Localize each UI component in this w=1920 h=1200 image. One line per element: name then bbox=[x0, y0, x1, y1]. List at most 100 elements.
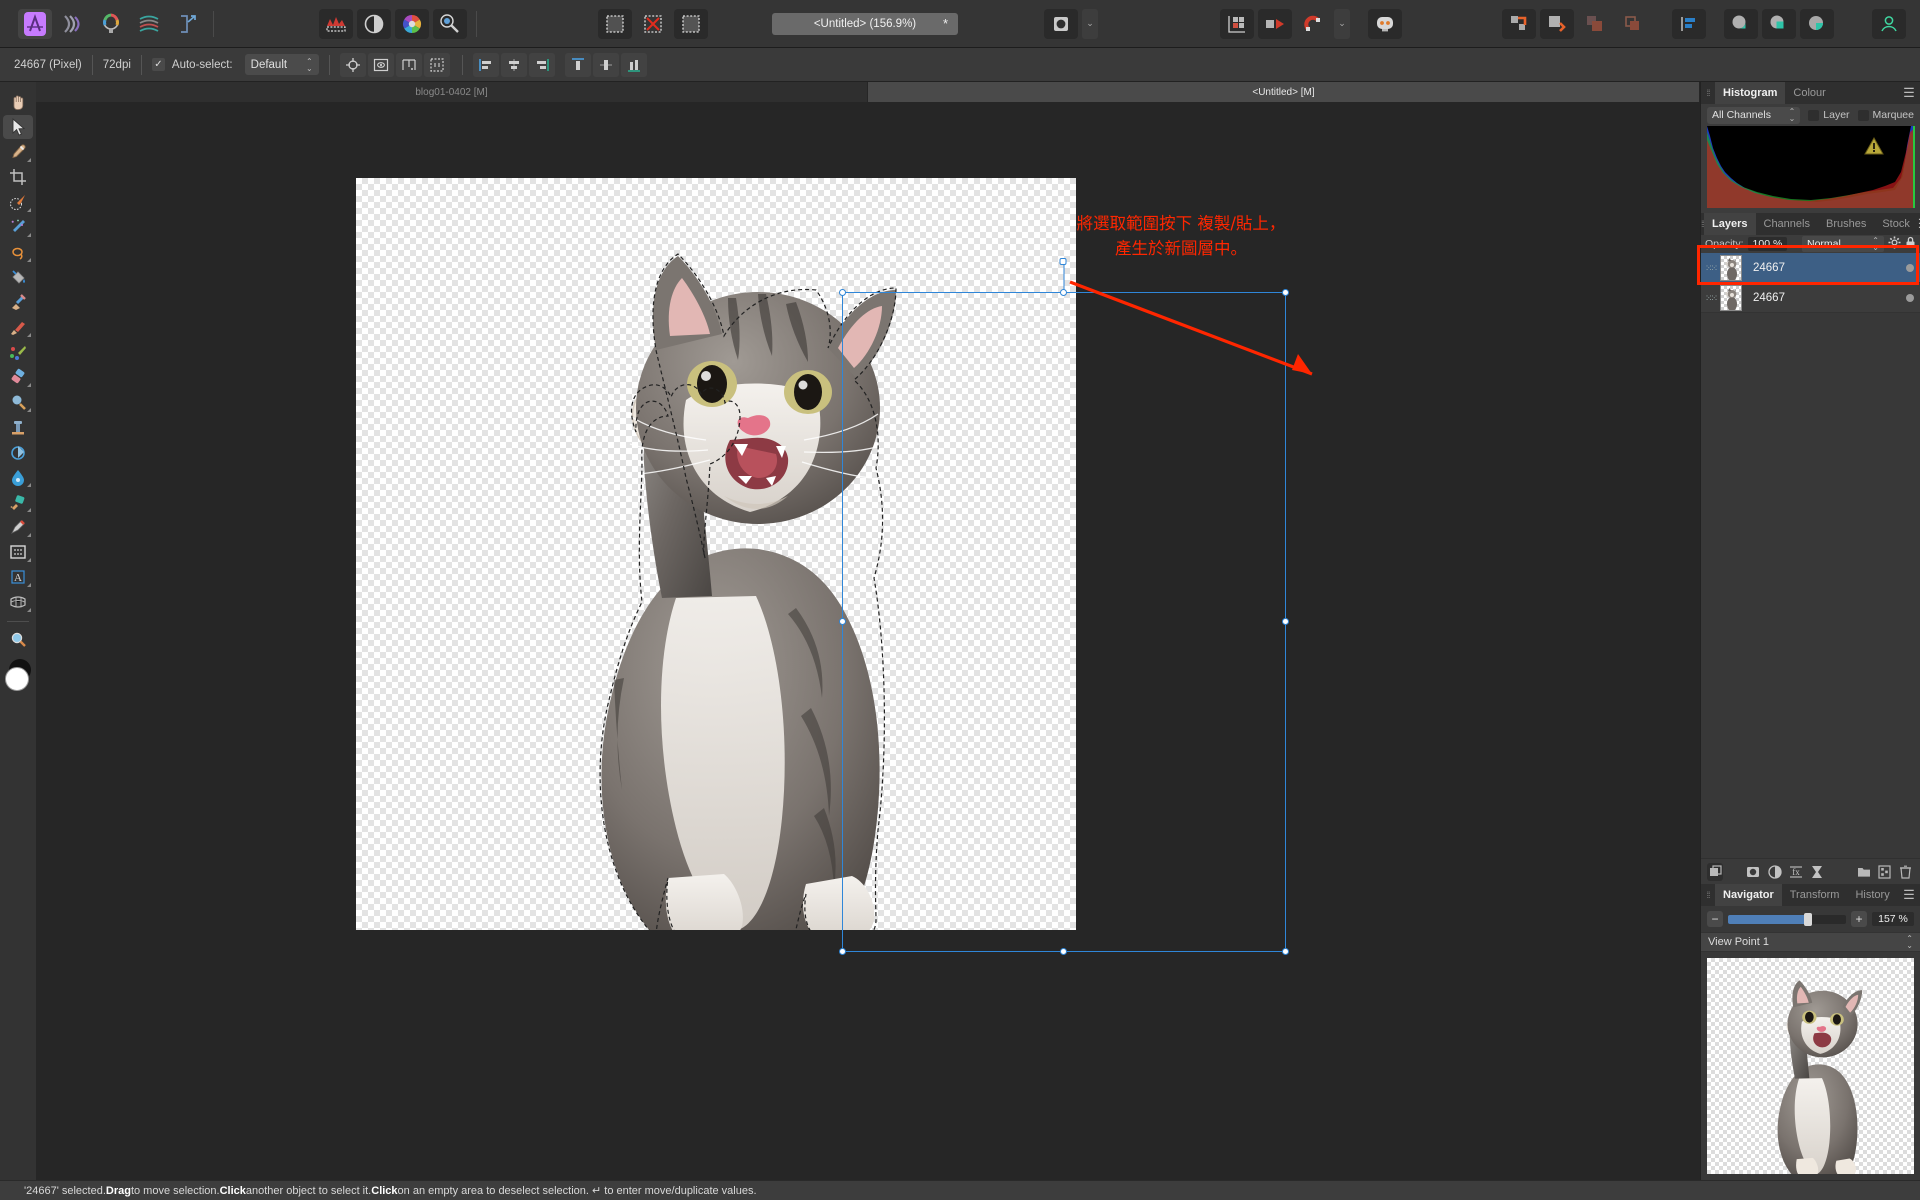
cycle-selection-box-icon[interactable] bbox=[423, 52, 450, 77]
pen-tool[interactable] bbox=[3, 515, 33, 539]
mask-dropdown-caret-icon[interactable]: ⌄ bbox=[1082, 8, 1098, 39]
move-tool[interactable] bbox=[3, 115, 33, 139]
erase-brush-tool[interactable] bbox=[3, 365, 33, 389]
document-tab-blog01[interactable]: blog01-0402 [M] bbox=[36, 82, 868, 102]
layer-visibility-toggle[interactable] bbox=[1906, 293, 1914, 302]
selection-brush-tool[interactable] bbox=[3, 190, 33, 214]
select-pixel-icon[interactable] bbox=[598, 8, 632, 39]
enable-transform-handles-icon[interactable] bbox=[395, 52, 422, 77]
handle-bottom-center[interactable] bbox=[1060, 948, 1067, 955]
app-persona-photo[interactable] bbox=[18, 8, 52, 39]
arrange-back-icon[interactable] bbox=[1578, 9, 1612, 39]
snapping-candidates-icon[interactable] bbox=[1258, 8, 1292, 39]
arrange-move-icon[interactable] bbox=[1502, 8, 1536, 39]
auto-select-checkbox[interactable]: ✓ bbox=[151, 58, 165, 71]
crop-tool[interactable] bbox=[3, 165, 33, 189]
new-group-icon[interactable] bbox=[1856, 863, 1872, 881]
paint-bucket-tool[interactable] bbox=[3, 265, 33, 289]
export-persona[interactable] bbox=[170, 9, 204, 39]
develop-persona[interactable] bbox=[94, 9, 128, 39]
view-hand-tool[interactable] bbox=[3, 90, 33, 114]
panel-menu-icon[interactable]: ☰ bbox=[1898, 884, 1920, 906]
zoom-slider[interactable] bbox=[1728, 912, 1846, 926]
tab-brushes[interactable]: Brushes bbox=[1818, 213, 1874, 235]
align-center-horizontal-icon[interactable] bbox=[500, 52, 527, 77]
smudge-brush-tool[interactable] bbox=[3, 440, 33, 464]
studio-toggle-icon[interactable] bbox=[1672, 8, 1706, 39]
tab-colour[interactable]: Colour bbox=[1785, 82, 1833, 104]
paint-brush-tool[interactable] bbox=[3, 315, 33, 339]
account-icon[interactable] bbox=[1872, 8, 1906, 39]
arrange-backward-icon[interactable] bbox=[1616, 9, 1650, 39]
panel-grip-icon[interactable]: ⁞⁞ bbox=[1701, 884, 1715, 906]
colour-swatches[interactable] bbox=[3, 659, 33, 693]
tab-layers[interactable]: Layers bbox=[1704, 213, 1756, 235]
freehand-selection-tool[interactable] bbox=[3, 240, 33, 264]
opacity-dropdown-caret-icon[interactable]: ⌄ bbox=[1791, 240, 1798, 248]
layer-drag-handle-icon[interactable]: ⁙⁙ bbox=[1705, 263, 1718, 272]
snapping-grid-icon[interactable] bbox=[1220, 8, 1254, 39]
layer-effects-icon[interactable] bbox=[1809, 863, 1825, 881]
zoom-level-input[interactable]: 157 % bbox=[1872, 912, 1914, 926]
tab-histogram[interactable]: Histogram bbox=[1715, 82, 1786, 104]
inpainting-brush-tool[interactable] bbox=[3, 290, 33, 314]
marquee-checkbox[interactable]: Marquee bbox=[1857, 109, 1914, 121]
handle-bottom-left[interactable] bbox=[839, 948, 846, 955]
tone-mapping-persona[interactable] bbox=[132, 9, 166, 39]
histogram-adjust-icon[interactable] bbox=[319, 8, 353, 39]
snapping-dropdown-caret-icon[interactable]: ⌄ bbox=[1334, 8, 1350, 39]
show-transform-origin-icon[interactable] bbox=[339, 52, 366, 77]
live-filter-layer-icon[interactable]: fx bbox=[1788, 863, 1804, 881]
canvas-area[interactable]: 將選取範圍按下 複製/貼上， 產生於新圖層中。 bbox=[36, 102, 1700, 1180]
zoom-in-button[interactable]: + bbox=[1851, 911, 1867, 927]
magnet-snapping-icon[interactable] bbox=[1296, 9, 1330, 39]
tab-stock[interactable]: Stock bbox=[1874, 213, 1918, 235]
colour-picker-tool[interactable] bbox=[3, 140, 33, 164]
document-tab-untitled[interactable]: <Untitled> [M] bbox=[868, 82, 1700, 102]
assistant-icon[interactable] bbox=[1368, 8, 1402, 39]
new-pixel-layer-icon[interactable] bbox=[1877, 863, 1893, 881]
layer-checkbox[interactable]: Layer bbox=[1808, 109, 1850, 121]
arrange-forward-icon[interactable] bbox=[1540, 8, 1574, 39]
opacity-input[interactable]: 100 % bbox=[1747, 237, 1788, 251]
delete-layer-icon[interactable] bbox=[1898, 863, 1914, 881]
channel-select-dropdown[interactable]: All Channels ⌃ ⌄ bbox=[1707, 106, 1801, 124]
view-point-dropdown[interactable]: View Point 1 ⌃ ⌄ bbox=[1701, 932, 1920, 952]
tab-transform[interactable]: Transform bbox=[1782, 884, 1848, 906]
panel-grip-icon[interactable]: ⁞⁞ bbox=[1701, 82, 1715, 104]
flood-select-tool[interactable] bbox=[3, 215, 33, 239]
handle-bottom-right[interactable] bbox=[1282, 948, 1289, 955]
clone-brush-tool[interactable] bbox=[3, 415, 33, 439]
refine-selection-icon[interactable] bbox=[674, 8, 708, 39]
select-mode-dropdown[interactable]: Default ⌃ ⌄ bbox=[244, 54, 319, 75]
panel-menu-icon[interactable]: ☰ bbox=[1898, 82, 1920, 104]
handle-middle-right[interactable] bbox=[1282, 618, 1289, 625]
boolean-subtract-icon[interactable] bbox=[1762, 8, 1796, 39]
document-title-field[interactable]: <Untitled> (156.9%) * bbox=[772, 12, 958, 35]
layer-duplicate-icon[interactable] bbox=[1707, 862, 1724, 881]
layer-lock-icon[interactable] bbox=[1905, 236, 1916, 252]
boolean-intersect-icon[interactable] bbox=[1800, 8, 1834, 39]
foreground-colour-swatch[interactable] bbox=[5, 667, 29, 691]
layer-visibility-toggle[interactable] bbox=[1906, 263, 1914, 272]
align-top-icon[interactable] bbox=[564, 52, 591, 77]
tab-history[interactable]: History bbox=[1847, 884, 1897, 906]
rectangle-tool[interactable] bbox=[3, 540, 33, 564]
mask-icon[interactable] bbox=[1044, 8, 1078, 39]
liquify-persona[interactable] bbox=[56, 9, 90, 39]
layer-settings-gear-icon[interactable] bbox=[1888, 236, 1901, 252]
blur-brush-tool[interactable] bbox=[3, 465, 33, 489]
zoom-slider-handle[interactable] bbox=[1804, 912, 1813, 926]
sponge-brush-tool[interactable] bbox=[3, 490, 33, 514]
colour-wheel-icon[interactable] bbox=[395, 8, 429, 39]
blend-mode-dropdown[interactable]: Normal ⌃ ⌄ bbox=[1802, 236, 1884, 252]
show-selection-bounds-icon[interactable] bbox=[367, 52, 394, 77]
mask-layer-icon[interactable] bbox=[1745, 863, 1761, 881]
align-right-icon[interactable] bbox=[528, 52, 555, 77]
document-canvas[interactable] bbox=[356, 178, 1289, 955]
live-filter-icon[interactable] bbox=[357, 8, 391, 39]
cat-image[interactable] bbox=[356, 178, 1076, 930]
table-row[interactable]: ⁙⁙ 24667 bbox=[1701, 283, 1920, 313]
align-middle-vertical-icon[interactable] bbox=[592, 52, 619, 77]
tab-channels[interactable]: Channels bbox=[1756, 213, 1818, 235]
